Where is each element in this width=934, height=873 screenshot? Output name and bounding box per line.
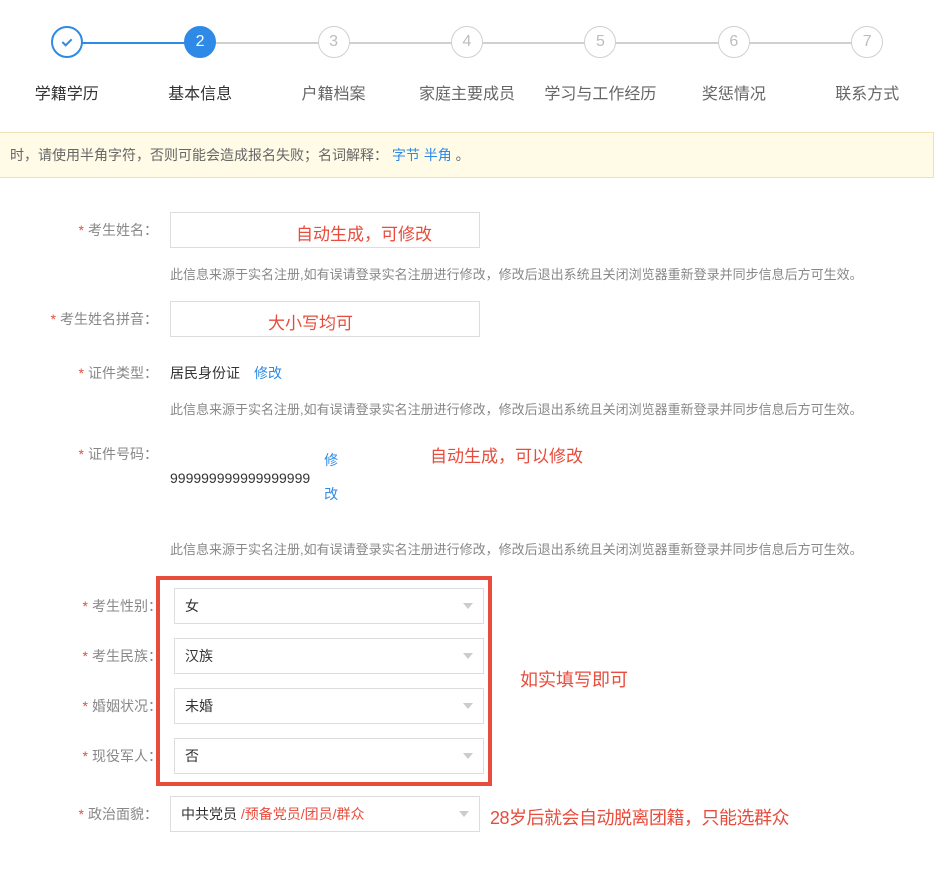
warning-suffix: 。 — [456, 147, 470, 163]
step-label: 联系方式 — [835, 80, 899, 104]
name-input[interactable] — [170, 212, 480, 248]
marital-value: 未婚 — [185, 696, 213, 716]
chevron-down-icon — [463, 753, 473, 759]
idtype-value: 居民身份证 — [170, 355, 240, 383]
label-ethnic: *考生民族： — [4, 638, 162, 666]
marital-select[interactable]: 未婚 — [174, 688, 484, 724]
row-pinyin: *考生姓名拼音： 大小写均可 — [0, 301, 934, 337]
ethnic-value: 汉族 — [185, 646, 213, 666]
idnum-value: 999999999999999999 — [170, 462, 310, 486]
form: *考生姓名： 此信息来源于实名注册,如有误请登录实名注册进行修改，修改后退出系统… — [0, 212, 934, 832]
row-gender: *考生性别： 女 — [4, 588, 488, 624]
label-pinyin: *考生姓名拼音： — [0, 301, 158, 329]
step-number: 3 — [318, 26, 350, 58]
step-label: 学籍学历 — [35, 80, 99, 104]
step-label: 家庭主要成员 — [419, 80, 515, 104]
chevron-down-icon — [459, 811, 469, 817]
step-label: 奖惩情况 — [702, 80, 766, 104]
label-gender: *考生性别： — [4, 588, 162, 616]
byte-link[interactable]: 字节 — [392, 147, 420, 163]
chevron-down-icon — [463, 603, 473, 609]
label-marital: *婚姻状况： — [4, 688, 162, 716]
gender-select[interactable]: 女 — [174, 588, 484, 624]
step-number: 5 — [584, 26, 616, 58]
step-label: 基本信息 — [168, 80, 232, 104]
step-2[interactable]: 2 基本信息 — [133, 26, 266, 104]
row-marital: *婚姻状况： 未婚 — [4, 688, 488, 724]
row-idtype: *证件类型： 居民身份证 修改 此信息来源于实名注册,如有误请登录实名注册进行修… — [0, 355, 934, 418]
row-political: *政治面貌： 中共党员 /预备党员/团员/群众 28岁后就会自动脱离团籍，只能选… — [0, 796, 934, 832]
step-3[interactable]: 3 户籍档案 — [267, 26, 400, 104]
political-select[interactable]: 中共党员 /预备党员/团员/群众 — [170, 796, 480, 832]
chevron-down-icon — [463, 653, 473, 659]
row-ethnic: *考生民族： 汉族 — [4, 638, 488, 674]
row-name: *考生姓名： 此信息来源于实名注册,如有误请登录实名注册进行修改，修改后退出系统… — [0, 212, 934, 283]
halfwidth-link[interactable]: 半角 — [424, 147, 452, 163]
gender-value: 女 — [185, 596, 199, 616]
step-5[interactable]: 5 学习与工作经历 — [534, 26, 667, 104]
label-political: *政治面貌： — [0, 796, 158, 824]
row-military: *现役军人： 否 — [4, 738, 488, 774]
label-name: *考生姓名： — [0, 212, 158, 240]
idnum-hint: 此信息来源于实名注册,如有误请登录实名注册进行修改，修改后退出系统且关闭浏览器重… — [170, 539, 934, 558]
chevron-down-icon — [463, 703, 473, 709]
idnum-modify-link[interactable]: 修改 — [324, 436, 344, 511]
label-idnum: *证件号码： — [0, 436, 158, 464]
row-idnum: *证件号码： 999999999999999999 修改 此信息来源于实名注册,… — [0, 436, 934, 558]
step-indicator: 学籍学历 2 基本信息 3 户籍档案 4 家庭主要成员 5 学习与工作经历 6 … — [0, 0, 934, 104]
military-value: 否 — [185, 746, 199, 766]
pinyin-input[interactable] — [170, 301, 480, 337]
military-select[interactable]: 否 — [174, 738, 484, 774]
ethnic-select[interactable]: 汉族 — [174, 638, 484, 674]
redbox-highlight: *考生性别： 女 *考生民族： 汉族 *婚姻状况： — [156, 576, 492, 786]
step-6[interactable]: 6 奖惩情况 — [667, 26, 800, 104]
step-7[interactable]: 7 联系方式 — [801, 26, 934, 104]
step-1[interactable]: 学籍学历 — [0, 26, 133, 104]
step-number: 6 — [718, 26, 750, 58]
step-number: 7 — [851, 26, 883, 58]
idtype-modify-link[interactable]: 修改 — [254, 355, 282, 383]
label-idtype: *证件类型： — [0, 355, 158, 383]
warning-text: 时，请使用半角字符，否则可能会造成报名失败；名词解释： — [10, 147, 388, 163]
warning-bar: 时，请使用半角字符，否则可能会造成报名失败；名词解释： 字节 半角 。 — [0, 132, 934, 178]
step-number: 4 — [451, 26, 483, 58]
step-number: 2 — [184, 26, 216, 58]
name-hint: 此信息来源于实名注册,如有误请登录实名注册进行修改，修改后退出系统且关闭浏览器重… — [170, 264, 934, 283]
redbox-wrapper: *考生性别： 女 *考生民族： 汉族 *婚姻状况： — [0, 576, 934, 786]
idtype-hint: 此信息来源于实名注册,如有误请登录实名注册进行修改，修改后退出系统且关闭浏览器重… — [170, 399, 934, 418]
redbox-annotation: 如实填写即可 — [520, 666, 628, 692]
step-4[interactable]: 4 家庭主要成员 — [400, 26, 533, 104]
check-icon — [51, 26, 83, 58]
label-military: *现役军人： — [4, 738, 162, 766]
political-value: 中共党员 /预备党员/团员/群众 — [181, 804, 365, 824]
step-label: 学习与工作经历 — [544, 80, 656, 104]
step-label: 户籍档案 — [302, 80, 366, 104]
